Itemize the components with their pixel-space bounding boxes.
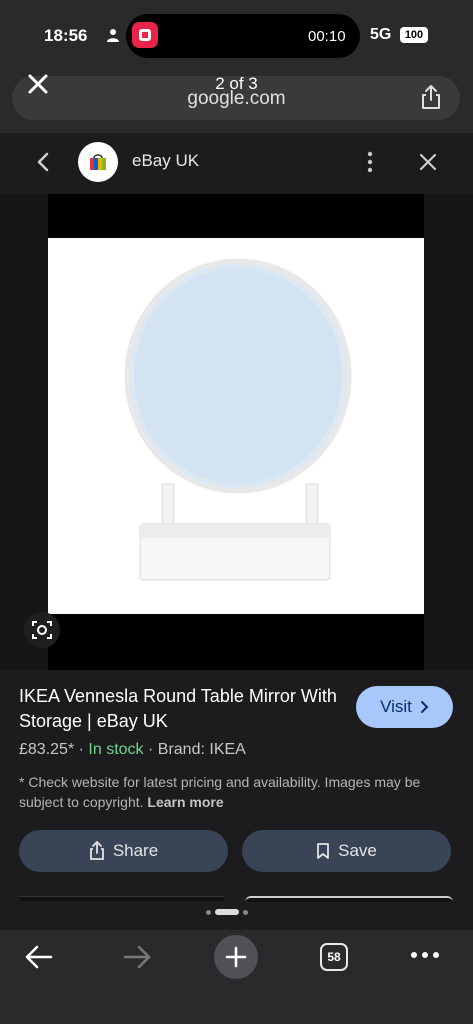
more-vertical-icon[interactable] (366, 150, 374, 174)
chevron-left-icon[interactable] (36, 152, 50, 172)
share-label: Share (112, 841, 159, 860)
video-app-icon[interactable] (132, 22, 158, 48)
separator: · (78, 741, 89, 758)
save-label: Save (338, 841, 377, 860)
page-dot-active (215, 909, 239, 915)
page-dot (243, 909, 248, 915)
plus-icon (225, 946, 247, 968)
next-card-peek[interactable] (245, 896, 453, 902)
visit-label: Visit (380, 697, 412, 716)
new-tab-button[interactable] (214, 935, 258, 979)
page-indicator (206, 909, 248, 915)
mirror-illustration (124, 258, 352, 581)
share-icon (89, 841, 104, 860)
page-dot (206, 909, 211, 915)
save-button[interactable]: Save (242, 830, 451, 872)
battery-indicator: 100 (400, 27, 428, 43)
status-time: 18:56 (44, 26, 88, 45)
price: £83.25* (19, 741, 75, 758)
lens-button[interactable] (24, 612, 60, 648)
stock-status: In stock (88, 741, 144, 758)
disclaimer: * Check website for latest pricing and a… (19, 772, 449, 812)
signal-label: 5G (370, 26, 392, 43)
tab-switcher-button[interactable]: 58 (320, 943, 348, 971)
close-panel-icon[interactable] (418, 152, 438, 172)
more-horizontal-icon[interactable] (410, 950, 440, 960)
separator: · (148, 741, 158, 758)
image-margin-right (424, 194, 473, 670)
person-icon (107, 29, 119, 42)
back-arrow-icon[interactable] (24, 944, 54, 970)
result-meta: £83.25* · In stock · Brand: IKEA (19, 741, 246, 759)
forward-arrow-icon[interactable] (122, 944, 152, 970)
chevron-right-icon (420, 701, 429, 713)
site-header (0, 132, 473, 195)
share-icon[interactable] (420, 84, 442, 110)
url-text[interactable]: google.com (0, 88, 473, 110)
island-timer: 00:10 (308, 28, 346, 45)
brand: Brand: IKEA (157, 741, 246, 758)
shopping-bag-icon (90, 154, 106, 170)
bookmark-icon (317, 843, 330, 859)
lens-icon (32, 621, 52, 639)
site-name: eBay UK (132, 151, 200, 170)
result-title[interactable]: IKEA Vennesla Round Table Mirror With St… (19, 684, 349, 734)
learn-more-link[interactable]: Learn more (147, 794, 223, 810)
next-card-peek[interactable] (19, 896, 224, 901)
visit-button[interactable]: Visit (356, 686, 453, 728)
image-margin-left (0, 194, 48, 670)
site-logo[interactable] (78, 142, 118, 182)
share-button[interactable]: Share (19, 830, 228, 872)
product-image[interactable] (48, 238, 424, 614)
